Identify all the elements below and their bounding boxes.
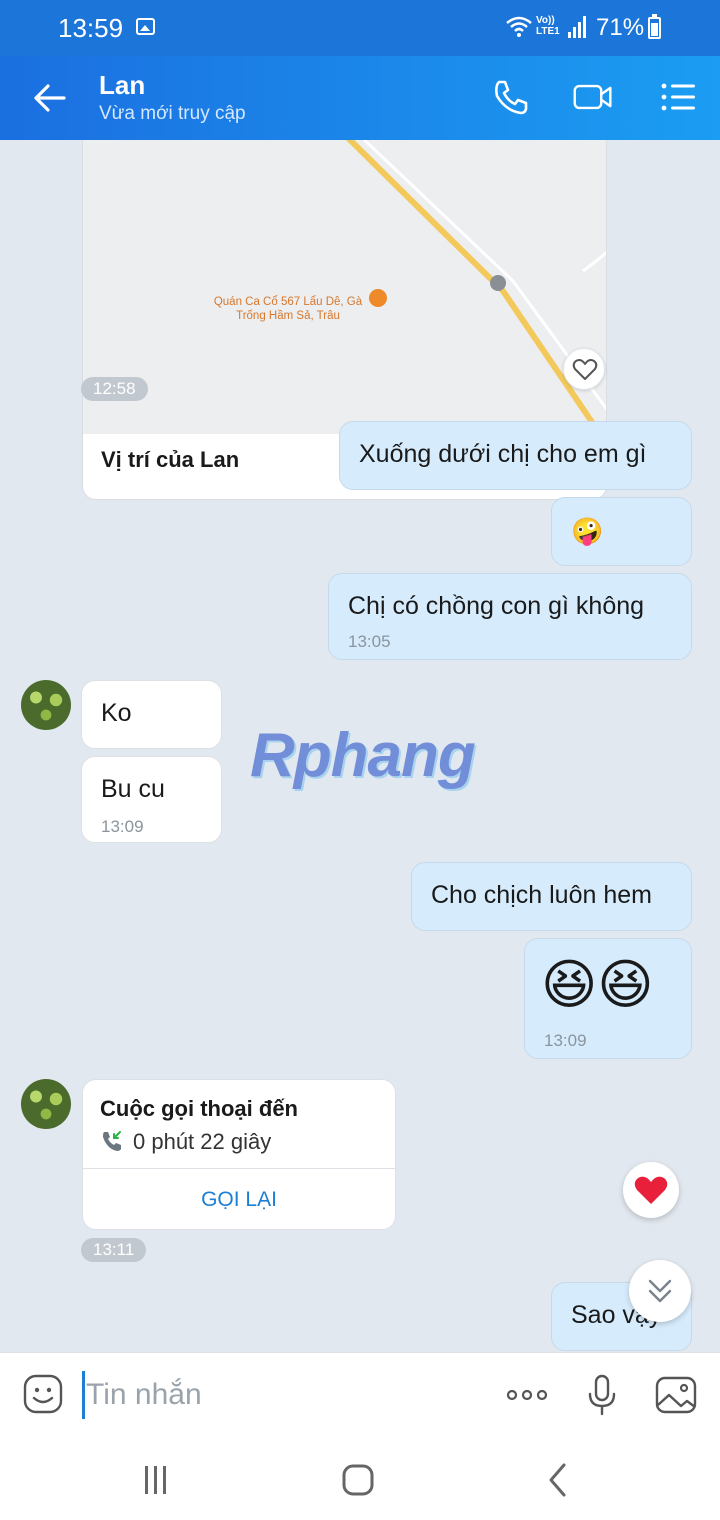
nav-home-icon[interactable] (340, 1462, 376, 1498)
message-text: Bu cu (101, 775, 165, 803)
heart-filled-icon (634, 1176, 668, 1204)
map-roads (345, 140, 606, 433)
react-heart-button[interactable] (563, 348, 605, 390)
message-text: Ko (101, 699, 132, 727)
watermark-logo: Rphang (250, 721, 476, 790)
outgoing-message[interactable]: Xuống dưới chị cho em gì (339, 421, 692, 490)
image-icon[interactable] (654, 1373, 698, 1417)
map-poi-label: Quán Ca Cổ 567 Lẩu Dê, Gà Trống Hầm Sả, … (213, 296, 363, 322)
chat-header: Lan Vừa mới truy cập (0, 56, 720, 140)
location-map[interactable]: Quán Ca Cổ 567 Lẩu Dê, Gà Trống Hầm Sả, … (83, 140, 606, 434)
message-text: Chị có chồng con gì không (348, 592, 645, 620)
call-message[interactable]: Cuộc gọi thoại đến 0 phút 22 giây GỌI LẠ… (82, 1079, 396, 1230)
message-emoji: 🤪 (571, 516, 604, 546)
message-text: Xuống dưới chị cho em gì (359, 440, 647, 468)
message-input[interactable]: Tin nhắn (82, 1371, 462, 1419)
heart-outline-icon (572, 359, 598, 380)
restaurant-pin-icon (369, 289, 387, 307)
outgoing-message[interactable]: Chị có chồng con gì không 13:05 (328, 573, 692, 660)
avatar[interactable] (21, 1079, 71, 1129)
outgoing-message[interactable]: 🤪 (551, 497, 692, 566)
microphone-icon[interactable] (580, 1373, 624, 1417)
menu-list-icon[interactable] (658, 76, 700, 118)
video-call-icon[interactable] (572, 76, 614, 118)
back-arrow-icon[interactable] (30, 78, 70, 118)
incoming-call-icon (103, 1131, 121, 1151)
volte-indicator: Vo)) LTE1 (536, 15, 560, 37)
gallery-notification-icon (136, 18, 155, 35)
incoming-message[interactable]: Ko (81, 680, 222, 749)
time-pill: 13:11 (81, 1238, 147, 1262)
contact-name[interactable]: Lan (99, 70, 145, 101)
battery-icon (648, 14, 661, 39)
message-time: 13:05 (348, 632, 391, 651)
location-title: Vị trí của Lan (101, 447, 240, 472)
avatar[interactable] (21, 680, 71, 730)
call-title: Cuộc gọi thoại đến (100, 1096, 298, 1121)
outgoing-message[interactable]: 😆😆 13:09 (524, 938, 692, 1059)
message-composer: Tin nhắn (0, 1352, 720, 1436)
wifi-icon (506, 16, 532, 37)
nav-back-icon[interactable] (540, 1462, 576, 1498)
chevron-double-down-icon (648, 1279, 672, 1303)
call-duration: 0 phút 22 giây (133, 1129, 272, 1154)
message-text: Cho chịch luôn hem (431, 881, 652, 909)
more-dots-icon[interactable] (505, 1373, 549, 1417)
battery-percent: 71% (596, 14, 645, 41)
status-time: 13:59 (58, 13, 124, 43)
emoji-icon[interactable] (22, 1373, 64, 1415)
signal-icon (568, 16, 586, 38)
react-heart-button[interactable] (623, 1162, 679, 1218)
incoming-message[interactable]: Bu cu 13:09 (81, 756, 222, 843)
message-time: 13:09 (101, 817, 144, 836)
chat-messages[interactable]: Quán Ca Cổ 567 Lẩu Dê, Gà Trống Hầm Sả, … (0, 140, 720, 1352)
system-nav-bar (0, 1436, 720, 1520)
call-back-button[interactable]: GỌI LẠI (83, 1168, 395, 1229)
phone-icon[interactable] (490, 76, 532, 118)
contact-status: Vừa mới truy cập (99, 103, 246, 124)
status-bar: 13:59 Vo)) LTE1 71% (0, 0, 720, 56)
scroll-to-bottom-button[interactable] (629, 1260, 691, 1322)
message-emoji: 😆😆 (541, 955, 654, 1015)
outgoing-message[interactable]: Cho chịch luôn hem (411, 862, 692, 931)
message-time: 13:09 (544, 1031, 587, 1050)
nav-recents-icon[interactable] (138, 1462, 174, 1498)
time-pill: 12:58 (81, 377, 148, 401)
